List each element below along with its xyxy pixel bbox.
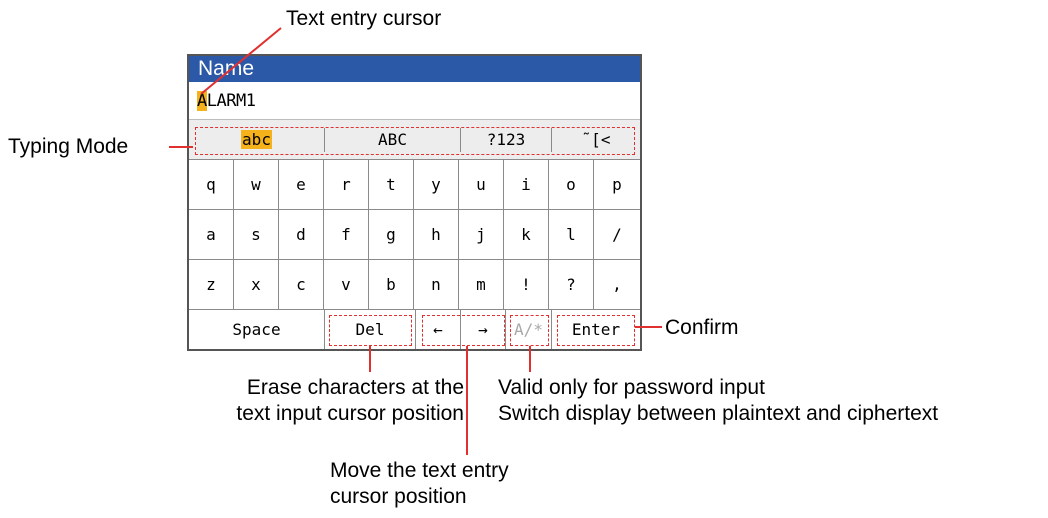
password-annotation-line-1: Valid only for password input — [498, 376, 765, 399]
typing-mode-row: abc ABC ?123 ˜[< — [189, 120, 640, 160]
key-1-0[interactable]: a — [189, 210, 234, 260]
confirm-annotation: Confirm — [665, 316, 739, 339]
key-1-6[interactable]: j — [459, 210, 504, 260]
key-grid: q w e r t y u i o p a s d f g h j k l / z x c v b n m!?, — [189, 160, 640, 310]
mode-key-label: abc — [241, 130, 272, 149]
text-entry-field[interactable]: ALARM1 — [189, 82, 640, 120]
mode-key-ABC[interactable]: ABC — [325, 128, 461, 152]
key-0-7[interactable]: i — [504, 160, 549, 210]
key-1-9[interactable]: / — [594, 210, 640, 260]
delete-key[interactable]: Del — [325, 310, 416, 349]
key-2-7[interactable]: ! — [504, 260, 549, 310]
cursor-annotation: Text entry cursor — [286, 7, 442, 30]
erase-annotation-line-1: Erase characters at the — [246, 376, 464, 399]
move-annotation: Move the text entry cursor position — [330, 458, 509, 510]
key-2-5[interactable]: n — [414, 260, 459, 310]
key-1-2[interactable]: d — [279, 210, 324, 260]
key-2-6[interactable]: m — [459, 260, 504, 310]
keyboard-panel: Name ALARM1 abc ABC ?123 ˜[< qwertyuiopa… — [187, 54, 642, 351]
key-0-5[interactable]: y — [414, 160, 459, 210]
key-2-9[interactable]: , — [594, 260, 640, 310]
key-0-4[interactable]: t — [369, 160, 414, 210]
password-annotation-line-2: Switch display between plaintext and cip… — [498, 402, 939, 425]
typing-mode-annotation: Typing Mode — [8, 135, 129, 158]
bottom-key-row: Space Del ← → A/* Enter — [189, 310, 640, 349]
move-annotation-line-2: cursor position — [330, 485, 467, 508]
entry-text: LARM1 — [206, 91, 256, 111]
cursor-right-key[interactable]: → — [461, 310, 506, 349]
mask-toggle-key[interactable]: A/* — [506, 310, 552, 349]
key-2-2[interactable]: c — [279, 260, 324, 310]
key-2-8[interactable]: ? — [549, 260, 594, 310]
password-annotation: Valid only for password input Switch dis… — [498, 375, 938, 427]
text-entry-cursor: A — [197, 91, 207, 111]
key-1-1[interactable]: s — [234, 210, 279, 260]
key-1-5[interactable]: h — [414, 210, 459, 260]
mode-key-special[interactable]: ˜[< — [552, 128, 640, 152]
key-0-6[interactable]: u — [459, 160, 504, 210]
key-2-4[interactable]: b — [369, 260, 414, 310]
key-2-3[interactable]: v — [324, 260, 369, 310]
key-1-4[interactable]: g — [369, 210, 414, 260]
move-annotation-line-1: Move the text entry — [330, 459, 509, 482]
erase-annotation: Erase characters at the text input curso… — [164, 375, 464, 427]
key-1-8[interactable]: l — [549, 210, 594, 260]
enter-key[interactable]: Enter — [552, 310, 640, 349]
key-0-9[interactable]: p — [594, 160, 640, 210]
key-0-0[interactable]: q — [189, 160, 234, 210]
key-2-1[interactable]: x — [234, 260, 279, 310]
cursor-left-key[interactable]: ← — [416, 310, 461, 349]
key-2-0[interactable]: z — [189, 260, 234, 310]
panel-title: Name — [189, 56, 640, 82]
key-0-2[interactable]: e — [279, 160, 324, 210]
key-0-8[interactable]: o — [549, 160, 594, 210]
space-key[interactable]: Space — [189, 310, 325, 349]
mode-key-symbols-numbers[interactable]: ?123 — [461, 128, 552, 152]
key-0-1[interactable]: w — [234, 160, 279, 210]
key-1-7[interactable]: k — [504, 210, 549, 260]
mode-key-abc[interactable]: abc — [189, 128, 325, 152]
erase-annotation-line-2: text input cursor position — [236, 402, 464, 425]
key-0-3[interactable]: r — [324, 160, 369, 210]
key-1-3[interactable]: f — [324, 210, 369, 260]
